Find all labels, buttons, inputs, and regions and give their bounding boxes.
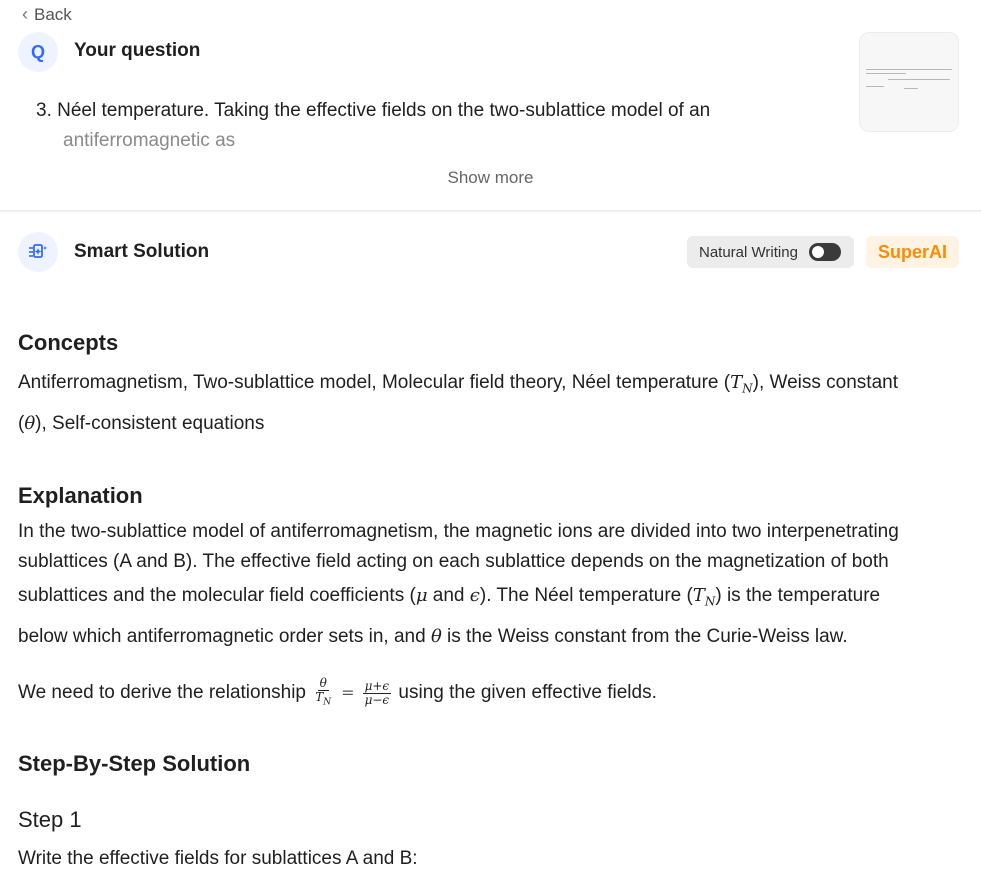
question-line-1: Néel temperature. Taking the effective f… xyxy=(57,100,711,121)
tn-symbol: TN xyxy=(692,585,716,609)
explanation-heading: Explanation xyxy=(18,483,143,508)
natural-writing-label: Natural Writing xyxy=(699,243,798,261)
explanation-text: is the Weiss constant from the Curie-Wei… xyxy=(441,626,848,647)
concepts-text: Antiferromagnetism, Two-sublattice model… xyxy=(18,372,731,393)
explanation-text: ) is the temperature xyxy=(715,585,881,606)
theta-symbol: θ xyxy=(430,626,442,647)
tn-symbol: TN xyxy=(730,372,753,396)
natural-writing-toggle[interactable]: Natural Writing xyxy=(687,236,854,268)
smart-solution-icon xyxy=(18,232,58,272)
toggle-knob xyxy=(812,246,824,258)
smart-solution-title: Smart Solution xyxy=(74,241,210,262)
step-1-title: Step 1 xyxy=(18,807,82,832)
explanation-line-2: sublattices (A and B). The effective fie… xyxy=(18,551,889,572)
question-line-2: antiferromagnetic as xyxy=(63,130,236,151)
concepts-heading: Concepts xyxy=(18,330,119,355)
explanation-text: and xyxy=(427,585,470,606)
explanation-text: below which antiferromagnetic order sets… xyxy=(18,626,431,647)
fraction-denominator: μ−ϵ xyxy=(364,692,390,707)
tn-base: T xyxy=(730,372,743,393)
question-text: 3. Néel temperature. Taking the effectiv… xyxy=(36,96,816,156)
question-badge: Q xyxy=(18,32,58,72)
question-number: 3. xyxy=(36,100,52,121)
show-more-button[interactable]: Show more xyxy=(0,168,981,188)
question-image-thumbnail[interactable] xyxy=(859,32,959,132)
explanation-text: We need to derive the relationship xyxy=(18,682,312,704)
tn-base: T xyxy=(692,585,705,606)
concepts-text: ), Self-consistent equations xyxy=(35,413,265,434)
question-title: Your question xyxy=(74,40,201,61)
concepts-line-1: Antiferromagnetism, Two-sublattice model… xyxy=(18,372,968,400)
fraction-numerator: μ+ϵ xyxy=(362,678,392,694)
back-label: Back xyxy=(34,4,72,24)
explanation-line-4: below which antiferromagnetic order sets… xyxy=(18,626,968,648)
explanation-text: ). The Néel temperature ( xyxy=(479,585,693,606)
explanation-line-1: In the two-sublattice model of antiferro… xyxy=(18,521,899,542)
theta-symbol: θ xyxy=(24,413,36,434)
equals-sign: = xyxy=(341,683,355,702)
fraction-numerator: θ xyxy=(317,675,329,691)
concepts-text: ), Weiss constant xyxy=(752,372,898,393)
explanation-derive-line: We need to derive the relationship θ TN = μ… xyxy=(18,676,968,710)
superai-button[interactable]: SuperAI xyxy=(866,236,959,268)
concepts-line-2: (θ), Self-consistent equations xyxy=(18,413,968,435)
explanation-text: sublattices and the molecular field coef… xyxy=(18,585,416,606)
tn-sub: N xyxy=(323,697,332,708)
explanation-text: using the given effective fields. xyxy=(393,682,657,704)
step-1-text: Write the effective fields for sublattic… xyxy=(18,848,418,869)
explanation-line-3: sublattices and the molecular field coef… xyxy=(18,585,968,613)
fraction-denominator: TN xyxy=(313,690,333,709)
fraction-mu-eps: μ+ϵ μ−ϵ xyxy=(362,678,392,707)
epsilon-symbol: ϵ xyxy=(469,585,480,606)
tn-sub: N xyxy=(704,594,716,609)
mu-symbol: μ xyxy=(415,585,428,606)
divider xyxy=(0,210,981,212)
tn-sub: N xyxy=(742,381,753,396)
toggle-switch[interactable] xyxy=(809,243,841,261)
steps-heading: Step-By-Step Solution xyxy=(18,751,251,776)
chevron-left-icon: ‹ xyxy=(22,4,28,24)
fraction-theta-tn: θ TN xyxy=(313,675,333,709)
back-button[interactable]: ‹ Back xyxy=(22,4,72,25)
